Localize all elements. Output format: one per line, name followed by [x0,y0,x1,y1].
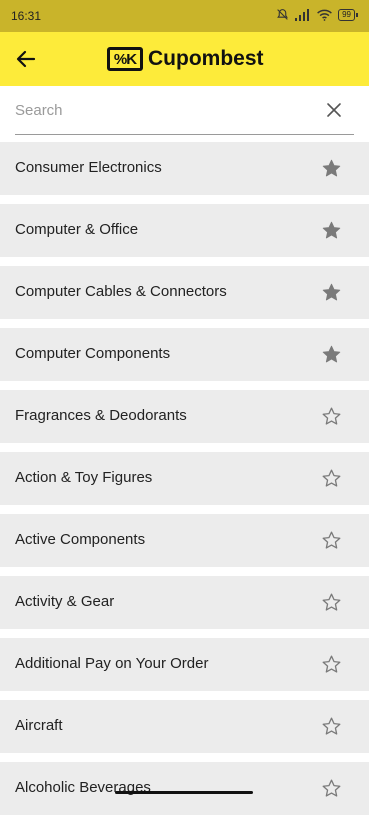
favorite-toggle[interactable] [321,716,342,737]
category-row[interactable]: Consumer Electronics [0,142,369,195]
favorite-toggle[interactable] [321,778,342,799]
category-row[interactable]: Computer Components [0,328,369,381]
favorite-toggle[interactable] [321,592,342,613]
star-filled-icon [322,159,341,177]
category-label: Fragrances & Deodorants [15,407,187,424]
search-bar [15,86,354,135]
back-button[interactable] [14,47,38,71]
favorite-toggle[interactable] [321,158,342,179]
star-filled-icon [322,345,341,363]
home-indicator [115,791,253,794]
category-row[interactable]: Computer Cables & Connectors [0,266,369,319]
clear-search-button[interactable] [326,102,342,118]
status-time: 16:31 [11,9,42,23]
category-row[interactable]: Active Components [0,514,369,567]
category-label: Action & Toy Figures [15,469,153,486]
category-row[interactable]: Action & Toy Figures [0,452,369,505]
favorite-toggle[interactable] [321,220,342,241]
star-outline-icon [322,593,341,611]
status-bar: 16:31 99 [0,0,369,32]
favorite-toggle[interactable] [321,282,342,303]
brand-name: Cupombest [148,47,264,70]
category-list: Consumer Electronics Computer & Office Com… [0,142,369,824]
star-outline-icon [322,469,341,487]
category-row[interactable]: Fragrances & Deodorants [0,390,369,443]
category-row[interactable]: Additional Pay on Your Order [0,638,369,691]
category-row[interactable]: Alcoholic Beverages [0,762,369,815]
app-bar: %K Cupombest [0,32,369,86]
star-filled-icon [322,283,341,301]
star-outline-icon [322,407,341,425]
search-input[interactable] [15,98,305,122]
star-outline-icon [322,531,341,549]
wifi-icon [317,9,332,21]
status-icons: 99 [276,8,358,21]
category-label: Computer & Office [15,221,139,238]
category-label: Computer Components [15,345,171,362]
category-label: Active Components [15,531,146,548]
category-row[interactable]: Aircraft [0,700,369,753]
star-outline-icon [322,655,341,673]
notification-muted-icon [277,9,288,20]
favorite-toggle[interactable] [321,654,342,675]
favorite-toggle[interactable] [321,530,342,551]
logo-mark: %K [107,47,143,71]
arrow-left-icon [16,50,36,68]
category-label: Additional Pay on Your Order [15,655,209,672]
close-icon [327,103,341,117]
star-outline-icon [322,779,341,797]
category-label: Consumer Electronics [15,159,162,176]
favorite-toggle[interactable] [321,468,342,489]
star-outline-icon [322,717,341,735]
battery-icon: 99 [338,8,358,21]
category-label: Aircraft [15,717,63,734]
category-row[interactable]: Computer & Office [0,204,369,257]
brand-logo: %K Cupombest [107,45,264,73]
category-label: Computer Cables & Connectors [15,283,227,300]
favorite-toggle[interactable] [321,406,342,427]
star-filled-icon [322,221,341,239]
signal-icon [295,8,310,21]
category-row[interactable]: Activity & Gear [0,576,369,629]
category-label: Activity & Gear [15,593,115,610]
favorite-toggle[interactable] [321,344,342,365]
